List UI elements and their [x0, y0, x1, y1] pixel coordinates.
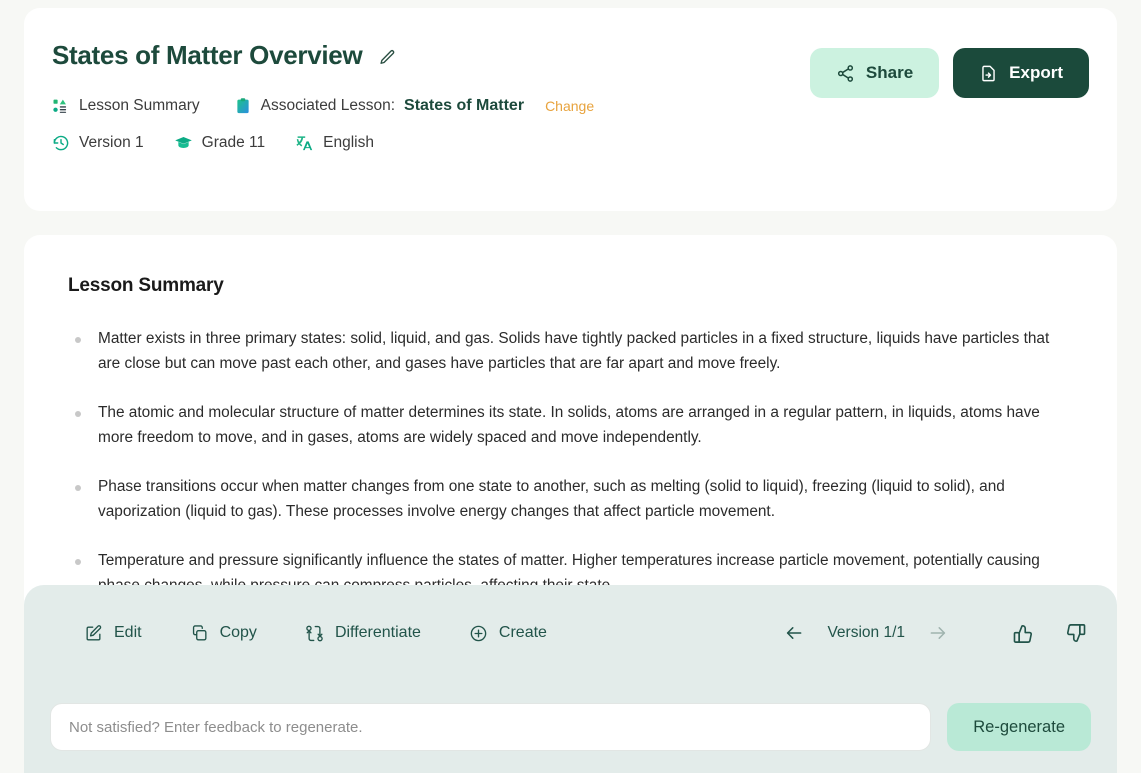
copy-button-label: Copy	[219, 624, 257, 641]
differentiate-button-label: Differentiate	[334, 624, 421, 641]
create-button[interactable]: Create	[469, 624, 547, 643]
meta-row-secondary: Version 1 Grade 11 English	[52, 133, 1089, 152]
page-title: States of Matter Overview	[52, 40, 363, 70]
meta-resource-type-label: Lesson Summary	[79, 97, 200, 114]
edit-button-label: Edit	[114, 624, 142, 641]
prev-version-button[interactable]	[783, 622, 805, 644]
export-document-icon	[979, 64, 998, 83]
version-indicator: Version 1/1	[827, 624, 905, 641]
lesson-summary-icon	[52, 97, 70, 115]
create-button-label: Create	[498, 624, 547, 641]
graduation-cap-icon	[174, 133, 193, 152]
section-title: Lesson Summary	[68, 275, 224, 296]
export-button[interactable]: Export	[953, 48, 1089, 98]
meta-version-label: Version 1	[79, 133, 144, 151]
meta-grade-label: Grade 11	[201, 133, 266, 151]
toolbar-actions: Edit Copy Differentiate Create	[84, 624, 547, 643]
meta-language-label: English	[323, 133, 374, 151]
arrow-right-icon	[928, 623, 948, 643]
change-lesson-link[interactable]: Change	[545, 98, 594, 114]
thumbs-down-icon	[1064, 622, 1087, 645]
regenerate-button[interactable]: Re-generate	[947, 703, 1091, 751]
rating-buttons	[1011, 621, 1087, 645]
version-nav: Version 1/1	[783, 622, 949, 644]
pencil-icon	[378, 48, 397, 67]
next-version-button[interactable]	[927, 622, 949, 644]
edit-button[interactable]: Edit	[84, 624, 142, 643]
export-button-label: Export	[1009, 63, 1063, 82]
meta-language: English	[295, 133, 374, 152]
meta-row-primary: Lesson Summary Associated Lesson: States…	[52, 97, 1089, 115]
edit-title-button[interactable]	[376, 46, 398, 68]
action-toolbar: Edit Copy Differentiate Create Version 1…	[24, 585, 1117, 681]
list-item: The atomic and molecular structure of ma…	[68, 401, 1073, 451]
thumbs-up-icon	[1012, 622, 1035, 645]
differentiate-shuffle-icon	[305, 624, 324, 643]
app-root: States of Matter Overview Share Export L…	[0, 0, 1141, 773]
clipboard-icon	[234, 97, 252, 115]
share-icon	[836, 64, 855, 83]
feedback-bar: Re-generate	[24, 681, 1117, 773]
meta-grade: Grade 11	[174, 133, 265, 152]
copy-button[interactable]: Copy	[190, 624, 257, 643]
toolbar-version-and-rating: Version 1/1	[783, 621, 1087, 645]
header-card: States of Matter Overview Share Export L…	[24, 8, 1117, 211]
thumbs-up-button[interactable]	[1011, 621, 1035, 645]
header-actions: Share Export	[809, 48, 1089, 98]
history-clock-icon	[52, 134, 70, 152]
feedback-input[interactable]	[50, 703, 932, 751]
list-item: Phase transitions occur when matter chan…	[68, 475, 1073, 525]
thumbs-down-button[interactable]	[1063, 621, 1087, 645]
list-item: Matter exists in three primary states: s…	[68, 327, 1073, 377]
differentiate-button[interactable]: Differentiate	[305, 624, 421, 643]
meta-associated-lesson: Associated Lesson: States of Matter Chan…	[234, 97, 594, 115]
pencil-square-icon	[84, 624, 103, 643]
share-button-label: Share	[865, 63, 914, 82]
meta-resource-type: Lesson Summary	[52, 97, 200, 115]
plus-circle-icon	[469, 624, 488, 643]
meta-version: Version 1	[52, 134, 144, 152]
meta-associated-prefix: Associated Lesson:	[260, 97, 396, 114]
copy-icon	[190, 624, 209, 643]
translate-icon	[295, 133, 314, 152]
share-button[interactable]: Share	[809, 48, 940, 98]
arrow-left-icon	[784, 623, 804, 643]
meta-associated-lesson-name: States of Matter	[404, 97, 525, 114]
summary-bullet-list: Matter exists in three primary states: s…	[68, 327, 1073, 599]
